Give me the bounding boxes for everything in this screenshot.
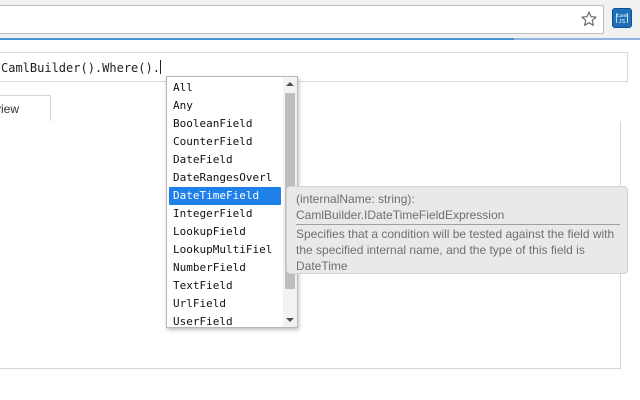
autocomplete-item[interactable]: BooleanField [169,115,281,133]
text-caret [159,60,161,74]
autocomplete-item[interactable]: All [169,79,281,97]
tooltip-description-line: Specifies that a condition will be teste… [296,227,615,241]
tab-view[interactable]: view [0,95,51,122]
autocomplete-item[interactable]: UserField [169,313,281,327]
tooltip-return-type: CamlBuilder.IDateTimeFieldExpression [296,208,505,222]
autocomplete-item[interactable]: Any [169,97,281,115]
intellisense-tooltip: (internalName: string): CamlBuilder.IDat… [286,186,628,274]
tooltip-signature: (internalName: string): [296,192,415,206]
extension-label-top: Caml [617,13,628,18]
scroll-up-arrow-icon[interactable] [283,77,297,91]
star-icon[interactable] [578,8,600,30]
autocomplete-item[interactable]: LookupField [169,223,281,241]
tooltip-description-line: the specified internal name, and the typ… [296,243,585,257]
tooltip-description-line: DateTime [296,259,348,273]
code-editor[interactable]: CamlBuilder().Where(). [0,52,628,82]
browser-window: Caml JS CamlBuilder().Where(). view AllA… [0,0,640,400]
page-load-progress-track [514,38,640,40]
autocomplete-item[interactable]: LookupMultiFiel [169,241,281,259]
autocomplete-item[interactable]: DateField [169,151,281,169]
extension-label-bottom: JS [619,19,626,25]
page-load-progress [0,38,514,40]
autocomplete-dropdown[interactable]: All Any BooleanField CounterField DateField D… [166,76,298,328]
autocomplete-item[interactable]: DateTimeField [169,187,281,205]
tooltip-divider [296,224,620,225]
autocomplete-item[interactable]: NumberField [169,259,281,277]
address-bar[interactable] [0,5,604,34]
code-editor-line: CamlBuilder().Where(). [1,60,161,75]
autocomplete-item[interactable]: DateRangesOverl [169,169,281,187]
code-text: CamlBuilder().Where(). [1,61,160,75]
autocomplete-list: All Any BooleanField CounterField DateField D… [169,79,281,327]
autocomplete-item[interactable]: UrlField [169,295,281,313]
scroll-down-arrow-icon[interactable] [283,313,297,327]
tab-view-label: view [0,102,20,116]
autocomplete-item[interactable]: CounterField [169,133,281,151]
autocomplete-item[interactable]: IntegerField [169,205,281,223]
caml-js-extension-icon[interactable]: Caml JS [612,8,632,28]
browser-toolbar: Caml JS [0,0,640,39]
autocomplete-item[interactable]: TextField [169,277,281,295]
